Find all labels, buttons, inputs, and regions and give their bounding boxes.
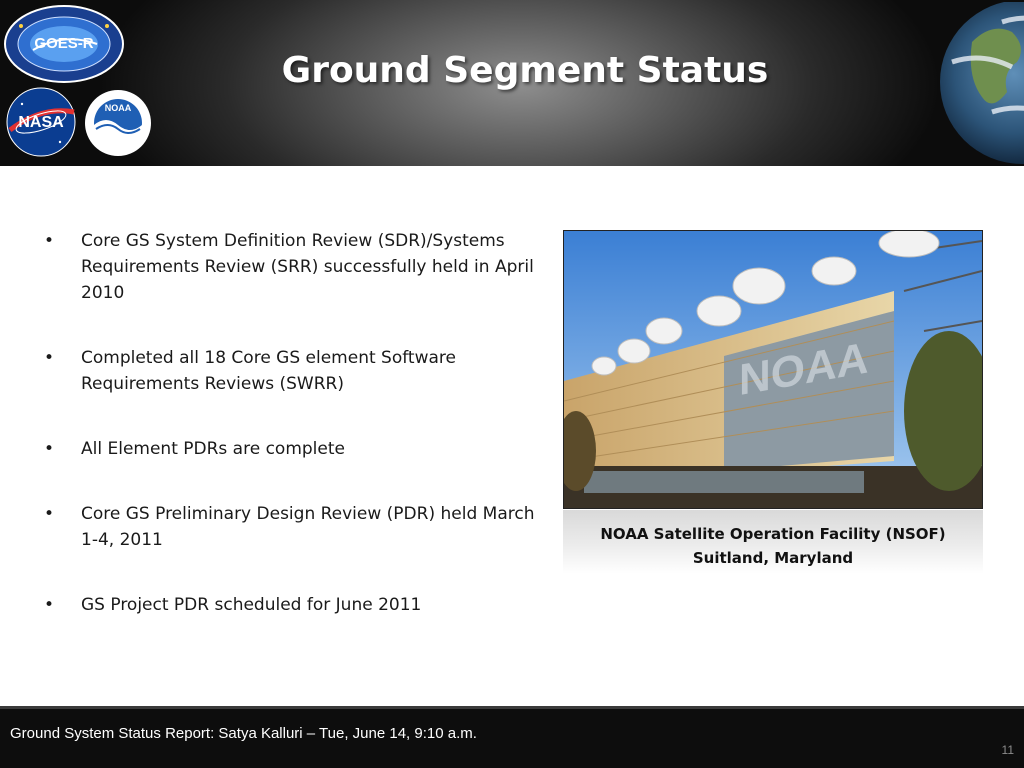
bullet-text: Core GS Preliminary Design Review (PDR) …: [81, 504, 535, 550]
noaa-logo: NOAA: [85, 90, 151, 156]
bullet-marker: •: [44, 595, 55, 615]
caption-line-1: NOAA Satellite Operation Facility (NSOF): [600, 525, 946, 543]
bullet-text: All Element PDRs are complete: [81, 439, 345, 459]
bullet-text: Core GS System Definition Review (SDR)/S…: [81, 231, 534, 303]
goes-r-logo: GOES-R: [4, 5, 124, 83]
bullet-marker: •: [44, 231, 55, 251]
goes-r-logo-text: GOES-R: [34, 35, 93, 52]
caption-line-2: Suitland, Maryland: [692, 549, 854, 567]
bullet-item: • GS Project PDR scheduled for June 2011: [44, 592, 544, 618]
bullet-text: GS Project PDR scheduled for June 2011: [81, 595, 422, 615]
bullet-item: • Completed all 18 Core GS element Softw…: [44, 345, 544, 397]
photo-caption: NOAA Satellite Operation Facility (NSOF)…: [563, 510, 983, 574]
bullet-marker: •: [44, 439, 55, 459]
nasa-logo: NASA: [6, 87, 76, 157]
footer-text: Ground System Status Report: Satya Kallu…: [10, 725, 477, 742]
bullet-marker: •: [44, 504, 55, 524]
bullet-item: • Core GS Preliminary Design Review (PDR…: [44, 501, 544, 553]
bullet-list: • Core GS System Definition Review (SDR)…: [44, 228, 544, 657]
bullet-marker: •: [44, 348, 55, 368]
bullet-text: Completed all 18 Core GS element Softwar…: [81, 348, 456, 394]
nasa-logo-text: NASA: [18, 114, 64, 131]
page-number: 11: [1001, 743, 1014, 757]
bullet-item: • All Element PDRs are complete: [44, 436, 544, 462]
bullet-item: • Core GS System Definition Review (SDR)…: [44, 228, 544, 306]
slide-title: Ground Segment Status: [281, 50, 769, 91]
footer-bar: Ground System Status Report: Satya Kallu…: [0, 706, 1024, 768]
earth-globe-image: [940, 2, 1024, 164]
header-band: GOES-R NASA NOAA Ground Segment Status: [0, 0, 1024, 166]
noaa-logo-text: NOAA: [105, 103, 132, 113]
nsof-building-photo: NOAA: [563, 230, 983, 509]
